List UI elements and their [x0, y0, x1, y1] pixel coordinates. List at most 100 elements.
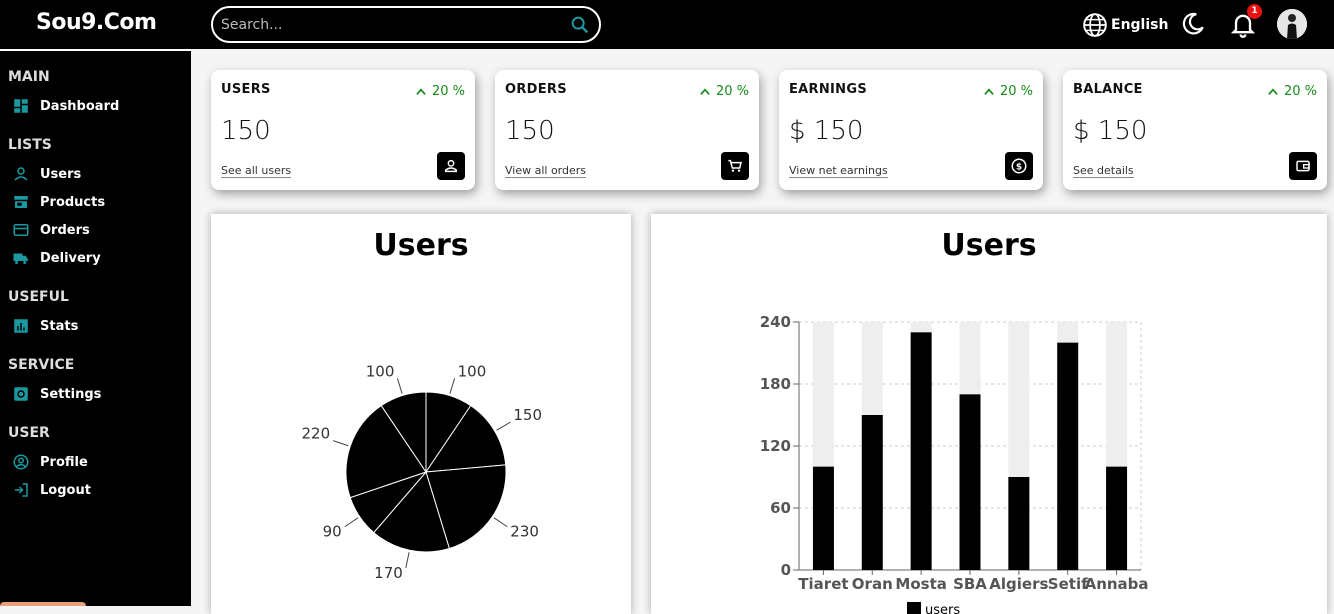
legend-label: users [925, 603, 960, 614]
bar[interactable] [861, 415, 883, 570]
sidebar-item-label: Profile [40, 454, 88, 470]
widget-title: ORDERS [505, 82, 567, 97]
x-tick-label: Algiers [989, 575, 1048, 593]
bar-chart: 0 60 120 180 240 Tiaret Oran Mosta SBA Algiers Set… [760, 313, 1149, 614]
x-tick-label: SBA [953, 575, 987, 593]
widget-orders: ORDERS 20 % 150 View all orders [495, 70, 759, 190]
bar[interactable] [812, 466, 834, 570]
pie-label-line [449, 378, 456, 394]
pie-value-label: 230 [510, 523, 539, 541]
pie-label-line [396, 378, 403, 394]
pie-label-line [405, 552, 410, 569]
sidebar-item-label: Users [40, 166, 82, 182]
person-icon[interactable] [437, 152, 465, 180]
y-tick-label: 180 [760, 375, 791, 393]
section-title-user: USER [8, 425, 50, 441]
widget-users: USERS 20 % 150 See all users [211, 70, 475, 190]
sidebar-bottom-tab [0, 602, 86, 606]
sidebar-item-delivery[interactable]: Delivery [12, 249, 101, 267]
widget-link[interactable]: See details [1073, 164, 1134, 178]
pie-label-line [493, 517, 508, 528]
widget-percentage: 20 % [1266, 84, 1317, 99]
sidebar-item-orders[interactable]: Orders [12, 221, 90, 239]
y-tick-label: 240 [760, 313, 791, 331]
wallet-icon[interactable] [1289, 152, 1317, 180]
pie-value-label: 150 [513, 406, 542, 424]
sidebar: MAIN Dashboard LISTS Users Products Orde… [0, 49, 191, 606]
sidebar-item-users[interactable]: Users [12, 165, 81, 183]
x-tick-label: Annaba [1085, 575, 1149, 593]
widget-balance: BALANCE 20 % $ 150 See details [1063, 70, 1327, 190]
bar[interactable] [959, 394, 981, 570]
section-title-main: MAIN [8, 69, 50, 85]
bar[interactable] [1057, 342, 1079, 570]
widget-title: USERS [221, 82, 271, 97]
widget-link[interactable]: See all users [221, 164, 292, 178]
sidebar-item-label: Delivery [40, 250, 101, 266]
app-logo[interactable]: Sou9.Com [36, 10, 157, 35]
chart-icon [14, 319, 28, 333]
search-icon[interactable] [569, 14, 591, 36]
search-box [211, 6, 601, 43]
arrow-up-icon [416, 87, 426, 95]
pie-value-label: 170 [374, 564, 403, 582]
globe-icon [1083, 13, 1107, 37]
widget-percentage: 20 % [698, 84, 749, 99]
settings-icon [14, 387, 28, 401]
dashboard-icon [14, 99, 28, 113]
x-tick-label: Tiaret [798, 575, 848, 593]
sidebar-item-products[interactable]: Products [12, 193, 105, 211]
sidebar-item-stats[interactable]: Stats [12, 317, 78, 335]
y-tick-label: 120 [760, 437, 791, 455]
pie-value-label: 90 [323, 523, 342, 541]
sidebar-item-dashboard[interactable]: Dashboard [12, 97, 119, 115]
profile-icon [13, 454, 29, 470]
arrow-up-icon [984, 87, 994, 95]
dark-mode-icon[interactable] [1180, 11, 1206, 37]
bar[interactable] [1106, 466, 1128, 570]
sidebar-item-settings[interactable]: Settings [12, 385, 101, 403]
svg-text:$: $ [1016, 162, 1022, 172]
widget-value: 150 [221, 116, 271, 146]
bar[interactable] [1008, 477, 1030, 570]
widget-percent-label: 20 % [431, 84, 465, 99]
widget-percentage: 20 % [982, 84, 1033, 99]
sidebar-item-label: Products [40, 194, 106, 210]
sidebar-item-label: Settings [40, 386, 102, 402]
sidebar-item-label: Logout [40, 482, 91, 498]
search-input[interactable] [221, 14, 561, 36]
avatar[interactable] [1277, 9, 1307, 39]
language-label: English [1111, 17, 1169, 33]
y-tick-label: 0 [781, 561, 791, 579]
pie-value-label: 100 [458, 362, 487, 380]
language-selector[interactable]: English [1082, 12, 1168, 38]
user-icon [14, 167, 28, 181]
pie-label-line [333, 440, 349, 447]
pie-chart: 100 150 230 170 90 220 100 [302, 362, 543, 582]
widget-link[interactable]: View all orders [505, 164, 587, 178]
x-tick-label: Mosta [895, 575, 946, 593]
sidebar-item-profile[interactable]: Profile [12, 453, 88, 471]
pie-label-line [344, 517, 359, 528]
arrow-up-icon [700, 87, 710, 95]
top-bar: Sou9.Com English 1 [0, 0, 1334, 49]
widget-link[interactable]: View net earnings [789, 164, 888, 178]
bar[interactable] [910, 332, 932, 570]
widget-value: $ 150 [1073, 116, 1148, 146]
widget-title: BALANCE [1073, 82, 1143, 97]
y-tick-label: 60 [770, 499, 791, 517]
sidebar-item-label: Dashboard [40, 98, 120, 114]
pie-value-label: 100 [366, 362, 395, 380]
legend-swatch [907, 602, 921, 614]
widget-percentage: 20 % [414, 84, 465, 99]
dollar-icon[interactable]: $ [1005, 152, 1033, 180]
widget-percent-label: 20 % [999, 84, 1033, 99]
widget-earnings: EARNINGS 20 % $ 150 View net earnings $ [779, 70, 1043, 190]
x-tick-label: Oran [852, 575, 893, 593]
cart-icon[interactable] [721, 152, 749, 180]
store-icon [14, 196, 28, 208]
widget-title: EARNINGS [789, 82, 867, 97]
bar-chart-panel: Users 0 60 120 180 240 Tiaret Oran Mosta SBA Algi… [651, 214, 1327, 614]
sidebar-item-logout[interactable]: Logout [12, 481, 91, 499]
pie-value-label: 220 [302, 425, 331, 443]
